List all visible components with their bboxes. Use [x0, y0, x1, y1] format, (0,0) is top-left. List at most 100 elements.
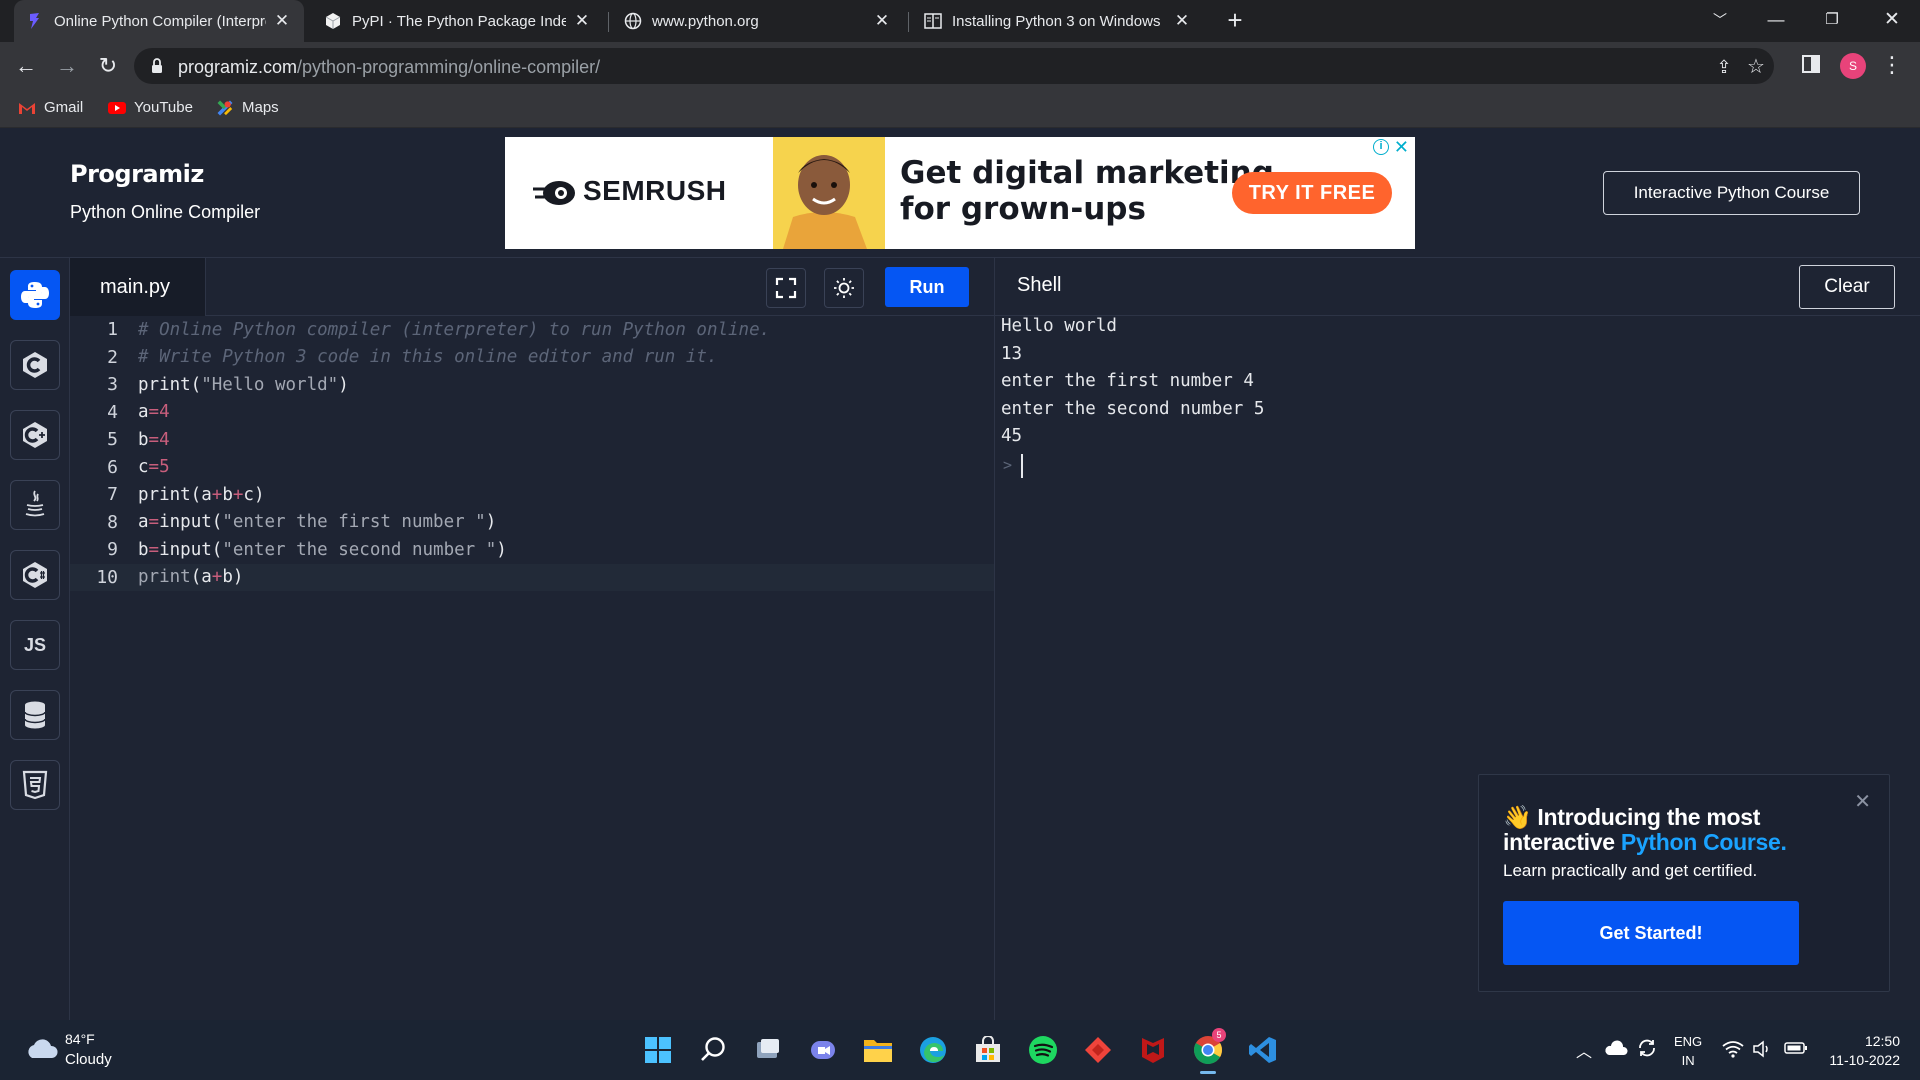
address-bar[interactable]: programiz.com/python-programming/online-…: [134, 48, 1774, 84]
minimize-button[interactable]: —: [1748, 0, 1804, 40]
youtube-icon: [108, 101, 126, 114]
c-language-button[interactable]: [10, 340, 60, 390]
tab-title: Installing Python 3 on Windows: [952, 12, 1161, 30]
task-view-icon[interactable]: [748, 1030, 788, 1070]
browser-menu-icon[interactable]: ⋮: [1880, 50, 1904, 82]
promo-close-icon[interactable]: ✕: [1854, 789, 1871, 814]
profile-avatar[interactable]: S: [1840, 53, 1866, 79]
teams-chat-icon[interactable]: [803, 1030, 843, 1070]
battery-icon[interactable]: [1784, 1041, 1808, 1059]
gmail-icon: [19, 102, 35, 114]
line-number: 3: [107, 374, 118, 395]
bookmark-star-icon[interactable]: ☆: [1744, 55, 1768, 79]
cpp-language-button[interactable]: [10, 410, 60, 460]
onedrive-cloud-icon[interactable]: [1604, 1040, 1628, 1060]
ad-close-icon[interactable]: ✕: [1394, 137, 1409, 158]
page-title: Python Online Compiler: [70, 202, 261, 222]
spotify-icon[interactable]: [1023, 1030, 1063, 1070]
bookmarks-bar: Gmail YouTube Maps: [0, 90, 1920, 128]
code-text: b=4: [138, 430, 170, 450]
bookmark-gmail[interactable]: Gmail: [18, 99, 83, 116]
clock-date: 11-10-2022: [1829, 1052, 1900, 1068]
sql-language-button[interactable]: [10, 690, 60, 740]
tab-close-icon[interactable]: ✕: [872, 11, 892, 31]
html-language-button[interactable]: [10, 760, 60, 810]
fullscreen-button[interactable]: [766, 268, 806, 308]
wifi-icon[interactable]: [1722, 1040, 1744, 1062]
clear-button[interactable]: Clear: [1799, 265, 1895, 309]
file-tab-main-py[interactable]: main.py: [70, 258, 206, 316]
advertisement-banner[interactable]: SEMRUSH Get digital marketing for grown-…: [505, 137, 1415, 249]
tab-close-icon[interactable]: ✕: [1172, 11, 1192, 31]
microsoft-store-icon[interactable]: [968, 1030, 1008, 1070]
site-header: Programiz Python Online Compiler SEMRUSH…: [0, 128, 1920, 258]
forward-button[interactable]: →: [51, 50, 83, 82]
bookmark-label: YouTube: [134, 99, 193, 116]
tab-pypi[interactable]: PyPI · The Python Package Index ✕: [312, 0, 604, 42]
back-button[interactable]: ←: [10, 50, 42, 82]
java-language-button[interactable]: [10, 480, 60, 530]
code-text: c=5: [138, 457, 170, 477]
get-started-button[interactable]: Get Started!: [1503, 901, 1799, 965]
tab-installing-python[interactable]: Installing Python 3 on Windows ✕: [912, 0, 1204, 42]
mcafee-icon[interactable]: [1133, 1030, 1173, 1070]
bookmark-maps[interactable]: Maps: [216, 99, 279, 116]
tab-separator: [608, 12, 609, 32]
code-text: print("Hello world"): [138, 375, 349, 395]
bookmark-label: Maps: [242, 99, 279, 116]
weather-condition[interactable]: Cloudy: [65, 1051, 112, 1068]
sync-icon[interactable]: [1636, 1037, 1658, 1063]
theme-toggle-button[interactable]: [824, 268, 864, 308]
run-button[interactable]: Run: [885, 267, 969, 307]
code-text: b=input("enter the second number "): [138, 540, 507, 560]
weather-temperature[interactable]: 84°F: [65, 1031, 95, 1047]
programiz-logo[interactable]: Programiz: [70, 160, 204, 188]
tab-programiz[interactable]: Online Python Compiler (Interpreter) ✕: [14, 0, 304, 42]
ad-info-icon[interactable]: i: [1373, 139, 1389, 155]
code-operator: =: [148, 539, 160, 560]
volume-icon[interactable]: [1752, 1040, 1774, 1062]
html5-icon: [22, 770, 48, 800]
ad-child-image: [773, 137, 885, 249]
interactive-course-button[interactable]: Interactive Python Course: [1603, 171, 1860, 215]
close-window-button[interactable]: ✕: [1864, 0, 1920, 40]
input-language-indicator[interactable]: ENG IN: [1674, 1032, 1702, 1070]
tab-search-chevron-icon[interactable]: ﹀: [1692, 0, 1748, 40]
tab-close-icon[interactable]: ✕: [572, 11, 592, 31]
browser-tab-bar: Online Python Compiler (Interpreter) ✕ P…: [0, 0, 1920, 42]
tab-python-org[interactable]: www.python.org ✕: [612, 0, 904, 42]
shell-title: Shell: [1017, 274, 1062, 296]
url-text: programiz.com/python-programming/online-…: [178, 57, 600, 78]
windows-start-icon[interactable]: [638, 1030, 678, 1070]
code-token: print: [138, 567, 191, 587]
restore-button[interactable]: ❐: [1804, 0, 1860, 40]
chrome-taskbar-icon[interactable]: 5: [1188, 1028, 1228, 1074]
javascript-language-button[interactable]: JS: [10, 620, 60, 670]
python-language-button[interactable]: [10, 270, 60, 320]
edge-icon[interactable]: [913, 1030, 953, 1070]
side-panel-icon[interactable]: [1802, 55, 1820, 73]
show-hidden-icons-chevron-icon[interactable]: ︿: [1576, 1038, 1592, 1062]
line-number: 9: [107, 539, 118, 560]
share-icon[interactable]: ⇪: [1712, 55, 1736, 79]
tab-close-icon[interactable]: ✕: [272, 11, 292, 31]
vscode-icon[interactable]: [1243, 1030, 1283, 1070]
ad-cta-button[interactable]: TRY IT FREE: [1232, 172, 1392, 214]
code-editor[interactable]: 1 # Online Python compiler (interpreter)…: [70, 316, 994, 1020]
bookmark-youtube[interactable]: YouTube: [108, 99, 193, 116]
lock-icon: [150, 57, 164, 75]
csharp-language-button[interactable]: [10, 550, 60, 600]
search-icon[interactable]: [693, 1030, 733, 1070]
code-token: c: [138, 457, 149, 477]
language-sidebar: JS: [0, 258, 70, 1020]
code-number: =4: [148, 429, 170, 450]
file-explorer-icon[interactable]: [858, 1030, 898, 1070]
code-token: input(: [159, 539, 223, 560]
code-operator: +: [232, 484, 244, 505]
code-token: c): [243, 484, 265, 505]
anydesk-icon[interactable]: [1078, 1030, 1118, 1070]
reload-button[interactable]: ↻: [92, 50, 124, 82]
system-clock[interactable]: 12:50 11-10-2022: [1820, 1032, 1900, 1070]
new-tab-button[interactable]: +: [1220, 6, 1250, 36]
shell-prompt: >: [1003, 456, 1013, 474]
